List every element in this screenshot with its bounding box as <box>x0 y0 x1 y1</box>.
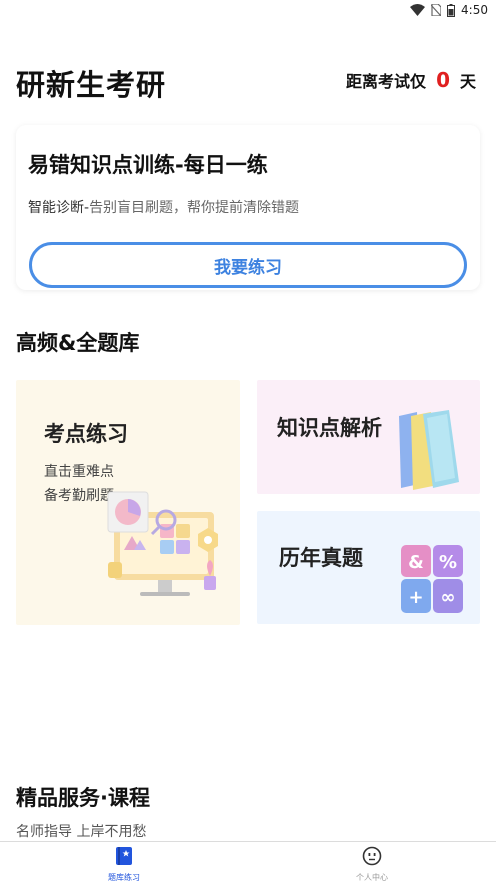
svg-text:&: & <box>408 552 424 573</box>
book-icon <box>115 846 133 870</box>
courses-subtitle: 名师指导 上岸不用愁 <box>16 824 147 840</box>
tile-knowledge-analysis[interactable]: 知识点解析 <box>257 380 480 494</box>
courses-title: 精品服务·课程 <box>16 786 150 810</box>
bottom-nav: 题库练习 个人中心 <box>0 841 496 883</box>
tile-knowledge-analysis-title: 知识点解析 <box>277 416 382 440</box>
svg-text:%: % <box>439 552 457 573</box>
wifi-icon <box>410 4 426 16</box>
daily-practice-subtitle: 智能诊断-告别盲目刷题，帮你提前清除错题 <box>28 197 299 217</box>
tile-topic-practice-title: 考点练习 <box>44 422 128 446</box>
status-bar: 4:50 <box>0 0 496 22</box>
blocks-illustration: & % + ∞ <box>397 541 467 623</box>
status-time: 4:50 <box>461 3 488 17</box>
countdown-suffix: 天 <box>459 72 476 91</box>
question-bank-title: 高频&全题库 <box>16 331 140 355</box>
svg-text:∞: ∞ <box>441 587 456 608</box>
nav-label-question-bank: 题库练习 <box>108 873 140 882</box>
daily-practice-title: 易错知识点训练-每日一练 <box>28 153 268 177</box>
face-icon <box>362 846 382 870</box>
svg-text:+: + <box>408 587 423 608</box>
tile-topic-practice[interactable]: 考点练习 直击重难点 备考勤刷题 <box>16 380 240 625</box>
nav-item-question-bank[interactable]: 题库练习 <box>0 842 248 883</box>
battery-icon <box>447 3 456 17</box>
status-icons: 4:50 <box>410 3 488 17</box>
countdown-prefix: 距离考试仅 <box>346 72 427 91</box>
nav-label-profile: 个人中心 <box>356 873 388 882</box>
no-sim-icon <box>431 4 442 16</box>
tile-desc-line-1: 直击重难点 <box>44 464 114 480</box>
tile-past-exams-title: 历年真题 <box>279 546 363 570</box>
daily-practice-card: 易错知识点训练-每日一练 智能诊断-告别盲目刷题，帮你提前清除错题 我要练习 <box>16 125 480 290</box>
app-title: 研新生考研 <box>16 68 167 102</box>
start-practice-button[interactable]: 我要练习 <box>29 242 467 288</box>
nav-item-profile[interactable]: 个人中心 <box>248 842 496 883</box>
subtitle-rest: 告别盲目刷题，帮你提前清除错题 <box>89 200 300 216</box>
books-illustration <box>393 408 463 494</box>
subtitle-highlight: 智能诊断- <box>28 200 90 216</box>
computer-illustration <box>100 488 232 612</box>
countdown-days: 0 <box>436 68 450 92</box>
exam-countdown: 距离考试仅 0 天 <box>346 68 476 92</box>
tile-past-exams[interactable]: 历年真题 & % + ∞ <box>257 511 480 624</box>
